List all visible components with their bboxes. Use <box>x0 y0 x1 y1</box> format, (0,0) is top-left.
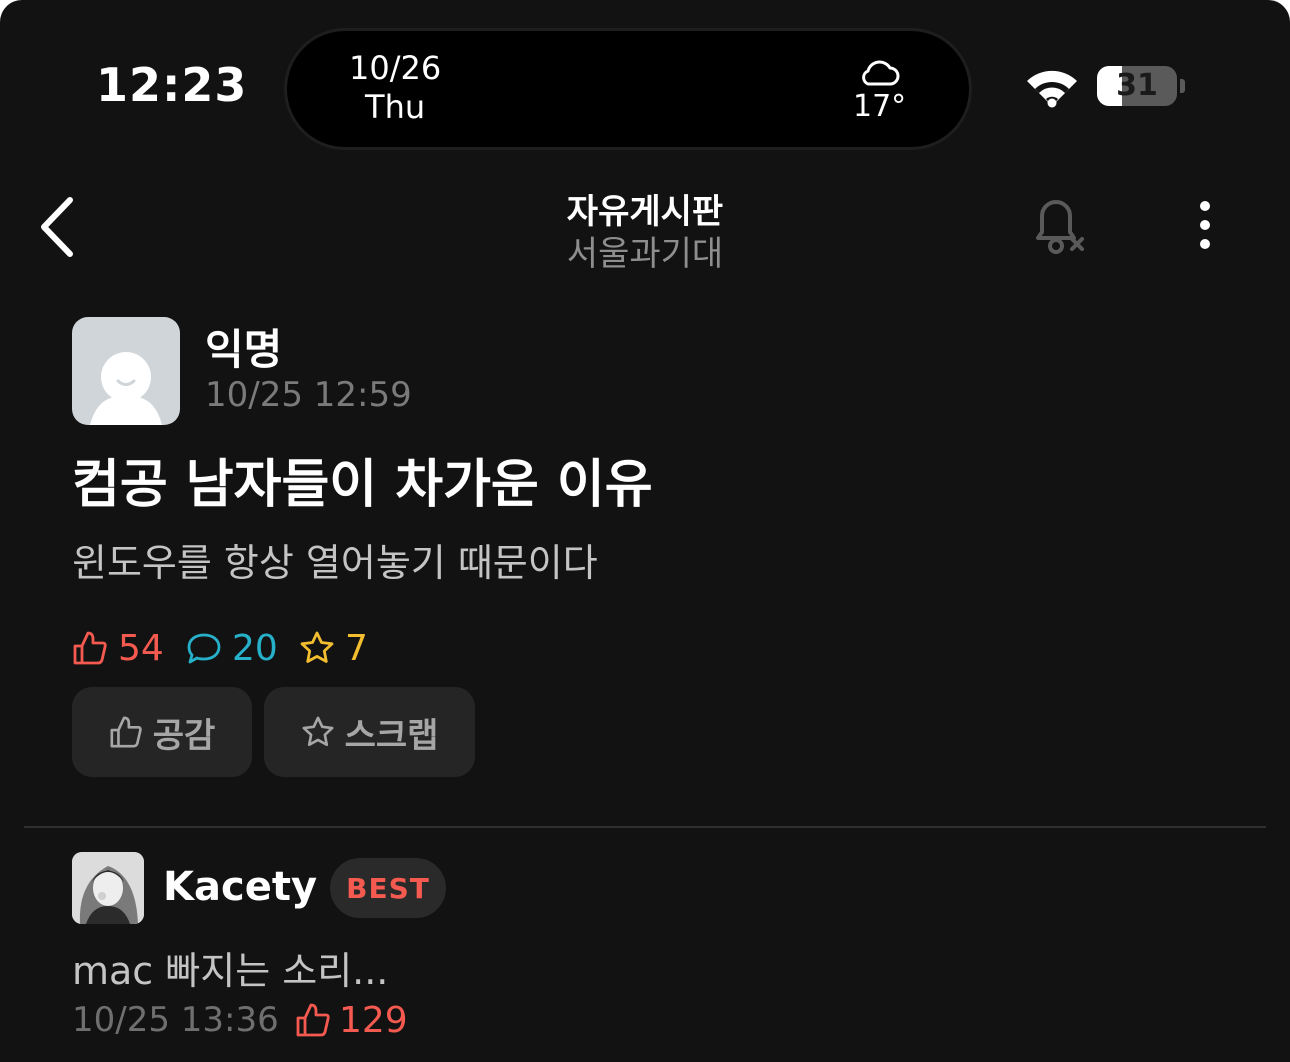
like-button[interactable]: 공감 <box>72 687 252 777</box>
battery-tip <box>1180 79 1185 93</box>
status-time: 12:23 <box>96 58 248 112</box>
scrap-button-label: 스크랩 <box>344 715 439 756</box>
dynamic-island[interactable]: 10/26 Thu 17° <box>287 31 969 147</box>
more-options-button[interactable] <box>1186 198 1224 254</box>
wifi-icon <box>1024 66 1080 112</box>
like-count: 54 <box>72 626 164 670</box>
island-temperature: 17° <box>853 89 907 124</box>
scrap-count: 7 <box>299 626 368 670</box>
scrap-button[interactable]: 스크랩 <box>264 687 475 777</box>
screen: 12:23 10/26 Thu 17° 31 자유게시판 서울과기대 익명 10… <box>0 0 1290 1062</box>
comment-like-count: 129 <box>295 998 408 1042</box>
thumbs-up-icon <box>296 1003 330 1037</box>
speech-bubble-icon <box>187 633 221 664</box>
best-badge: BEST <box>330 858 446 918</box>
anonymous-avatar-icon <box>90 352 162 425</box>
bell-off-icon <box>1036 200 1084 254</box>
post-title: 컴공 남자들이 차가운 이유 <box>72 455 653 515</box>
island-date-text: 10/26 <box>349 49 442 87</box>
commenter-name: Kacety <box>163 864 318 910</box>
comment-like-value: 129 <box>339 999 408 1041</box>
scrap-count-value: 7 <box>345 627 368 669</box>
island-date: 10/26 Thu <box>349 49 441 127</box>
like-count-value: 54 <box>118 627 164 669</box>
island-weekday: Thu <box>365 88 426 126</box>
comment-count-value: 20 <box>232 627 278 669</box>
thumbs-up-icon <box>110 716 142 748</box>
post-body: 윈도우를 항상 열어놓기 때문이다 <box>72 541 598 585</box>
post-date: 10/25 12:59 <box>205 375 412 415</box>
cloud-icon <box>857 57 901 91</box>
author-name: 익명 <box>205 325 283 374</box>
notification-toggle-button[interactable] <box>1028 194 1090 258</box>
like-button-label: 공감 <box>152 715 216 756</box>
thumbs-up-icon <box>73 631 107 665</box>
star-icon <box>300 631 334 663</box>
battery-level: 31 <box>1116 68 1158 103</box>
author-avatar <box>72 317 180 425</box>
divider <box>24 826 1266 828</box>
back-button[interactable] <box>30 190 90 265</box>
comment-count: 20 <box>186 626 278 670</box>
star-icon <box>302 716 334 747</box>
more-vertical-icon <box>1200 201 1210 249</box>
commenter-avatar[interactable] <box>72 852 144 924</box>
chevron-left-icon <box>41 197 73 257</box>
profile-photo-icon <box>72 852 144 924</box>
comment-text: mac 빠지는 소리... <box>72 949 389 993</box>
battery-body: 31 <box>1097 66 1177 106</box>
comment-date: 10/25 13:36 <box>72 1000 279 1040</box>
school-name: 서울과기대 <box>566 234 724 274</box>
